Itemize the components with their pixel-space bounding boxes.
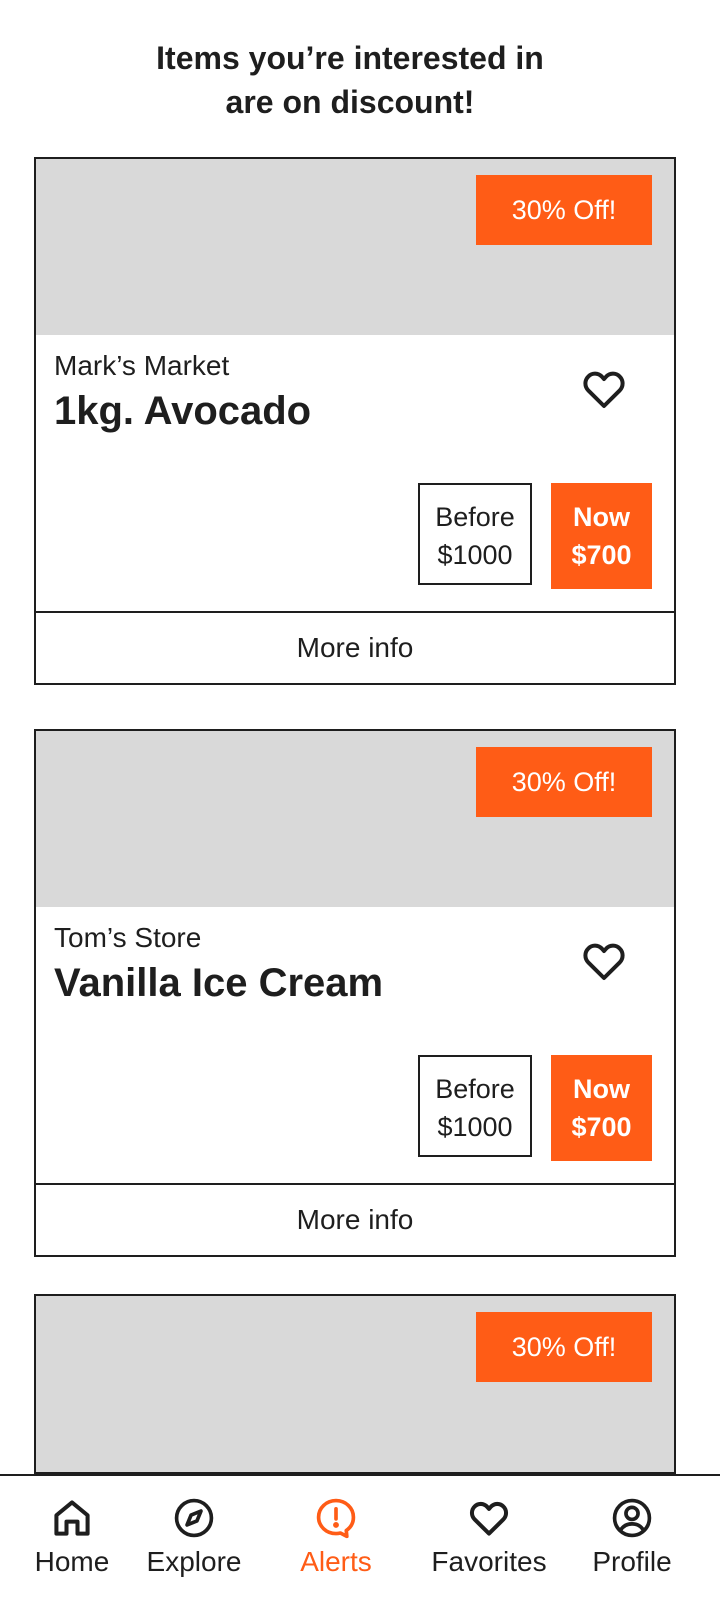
discount-badge: 30% Off!: [476, 1312, 652, 1382]
alert-bubble-icon: [316, 1498, 356, 1539]
nav-item-profile[interactable]: Profile: [590, 1496, 674, 1580]
bottom-navigation: Home Explore Alerts Favorites Profile: [0, 1474, 720, 1600]
product-image: 30% Off!: [36, 1296, 674, 1472]
price-before-value: $1000: [437, 540, 513, 570]
nav-item-favorites[interactable]: Favorites: [430, 1496, 548, 1580]
nav-label-explore: Explore: [146, 1546, 242, 1577]
discount-badge: 30% Off!: [476, 175, 652, 245]
discount-badge: 30% Off!: [476, 747, 652, 817]
price-before-label: Before: [435, 1074, 515, 1104]
price-now: Now $700: [551, 1055, 652, 1161]
heart-outline-icon: [583, 943, 625, 980]
heart-icon: [469, 1501, 509, 1536]
product-card: 30% Off! Mark’s Market 1kg. Avocado Befo…: [34, 157, 676, 685]
nav-label-favorites: Favorites: [431, 1546, 547, 1577]
price-before-value: $1000: [437, 1112, 513, 1142]
user-circle-icon: [612, 1498, 652, 1538]
nav-label-profile: Profile: [592, 1546, 672, 1577]
favorite-button[interactable]: [580, 937, 628, 985]
store-name: Mark’s Market: [54, 350, 230, 381]
more-info-button[interactable]: More info: [36, 1183, 674, 1255]
price-now-value: $700: [571, 540, 632, 570]
price-now-label: Now: [573, 502, 630, 532]
favorite-button[interactable]: [580, 365, 628, 413]
more-info-button[interactable]: More info: [36, 611, 674, 683]
nav-item-explore[interactable]: Explore: [146, 1496, 242, 1580]
product-name: Vanilla Ice Cream: [54, 961, 384, 1005]
compass-icon: [174, 1498, 214, 1538]
price-before: Before $1000: [418, 483, 532, 585]
nav-item-alerts[interactable]: Alerts: [297, 1496, 375, 1580]
product-card: 30% Off! Tom’s Store Vanilla Ice Cream B…: [34, 729, 676, 1257]
heart-outline-icon: [583, 371, 625, 408]
product-name: 1kg. Avocado: [54, 389, 312, 433]
product-image: 30% Off!: [36, 731, 674, 907]
price-now-label: Now: [573, 1074, 630, 1104]
product-image: 30% Off!: [36, 159, 674, 335]
price-before: Before $1000: [418, 1055, 532, 1157]
page-title-line-2: are on discount!: [225, 84, 475, 120]
price-before-label: Before: [435, 502, 515, 532]
page-title: Items you’re interested in are on discou…: [0, 36, 700, 124]
nav-item-home[interactable]: Home: [34, 1496, 110, 1580]
price-now-value: $700: [571, 1112, 632, 1142]
home-icon: [54, 1500, 90, 1536]
page-title-line-1: Items you’re interested in: [156, 40, 544, 76]
card-body: Mark’s Market 1kg. Avocado Before $1000 …: [36, 335, 674, 611]
product-card: 30% Off!: [34, 1294, 676, 1474]
price-now: Now $700: [551, 483, 652, 589]
nav-label-alerts: Alerts: [300, 1546, 372, 1577]
store-name: Tom’s Store: [54, 922, 202, 953]
nav-label-home: Home: [34, 1546, 110, 1577]
card-body: Tom’s Store Vanilla Ice Cream Before $10…: [36, 907, 674, 1183]
